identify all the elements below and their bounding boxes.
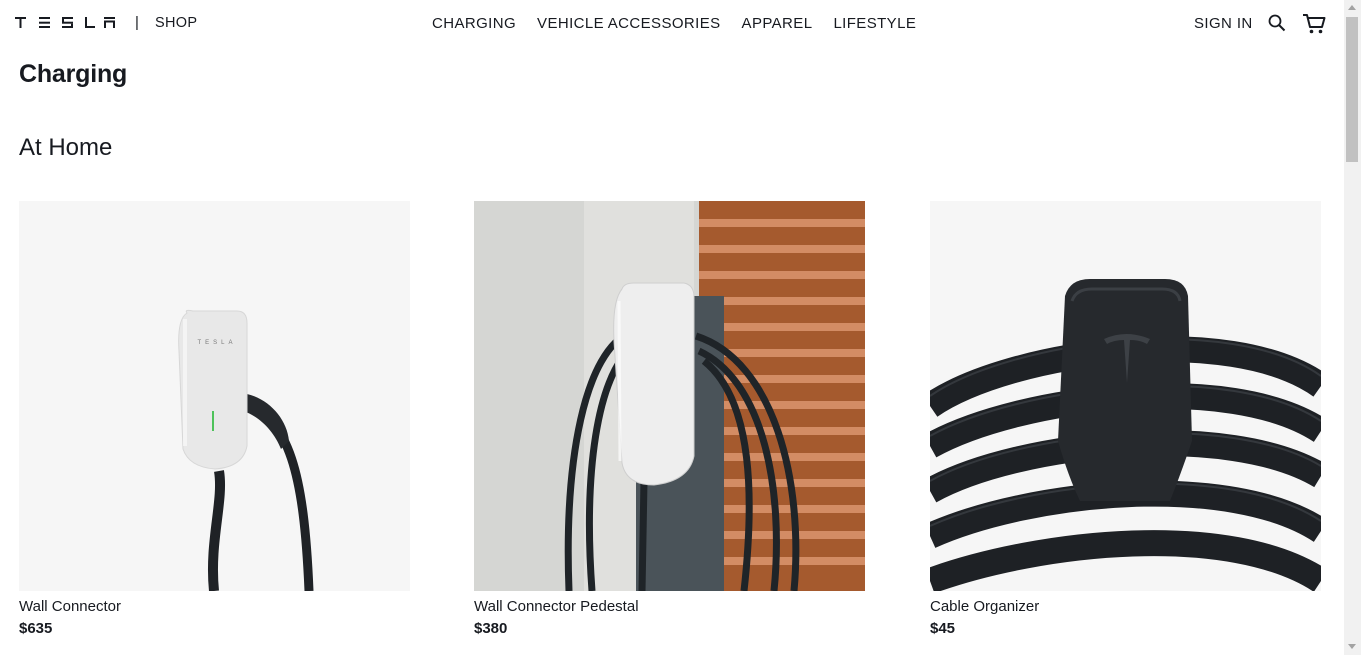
product-name[interactable]: Cable Organizer	[930, 598, 1039, 615]
product-price: $45	[930, 620, 956, 637]
nav-charging[interactable]: CHARGING	[432, 15, 516, 32]
product-price: $635	[19, 620, 53, 637]
cable-organizer-image[interactable]	[930, 201, 1321, 591]
site-header: | SHOP CHARGING VEHICLE ACCESSORIES APPA…	[0, 0, 1344, 48]
nav-vehicle-accessories[interactable]: VEHICLE ACCESSORIES	[537, 15, 721, 32]
svg-text:TESLA: TESLA	[197, 340, 236, 346]
nav-lifestyle[interactable]: LIFESTYLE	[833, 15, 916, 32]
page-title: Charging	[19, 60, 128, 88]
wall-connector-image[interactable]: TESLA	[19, 201, 410, 591]
product-name[interactable]: Wall Connector	[19, 598, 121, 615]
search-icon[interactable]	[1268, 14, 1286, 32]
shop-link[interactable]: SHOP	[155, 15, 197, 31]
product-name[interactable]: Wall Connector Pedestal	[474, 598, 639, 615]
page-scrollbar[interactable]	[1344, 0, 1361, 655]
scroll-down-arrow-icon[interactable]	[1348, 644, 1356, 649]
product-price: $380	[474, 620, 508, 637]
logo-separator: |	[135, 14, 139, 31]
product-card-wall-connector-pedestal[interactable]: Wall Connector Pedestal $380	[474, 201, 865, 637]
scroll-up-arrow-icon[interactable]	[1348, 5, 1356, 10]
cart-icon[interactable]	[1302, 13, 1326, 35]
sign-in-link[interactable]: SIGN IN	[1194, 15, 1253, 32]
scroll-thumb[interactable]	[1346, 17, 1358, 162]
wall-connector-pedestal-image[interactable]	[474, 201, 865, 591]
product-card-wall-connector[interactable]: TESLA Wall Connector $635	[19, 201, 410, 637]
section-title: At Home	[19, 134, 113, 161]
nav-apparel[interactable]: APPAREL	[742, 15, 813, 32]
main-nav: CHARGING VEHICLE ACCESSORIES APPAREL LIF…	[432, 15, 916, 32]
product-card-cable-organizer[interactable]: Cable Organizer $45	[930, 201, 1321, 637]
tesla-logo[interactable]	[15, 16, 115, 30]
